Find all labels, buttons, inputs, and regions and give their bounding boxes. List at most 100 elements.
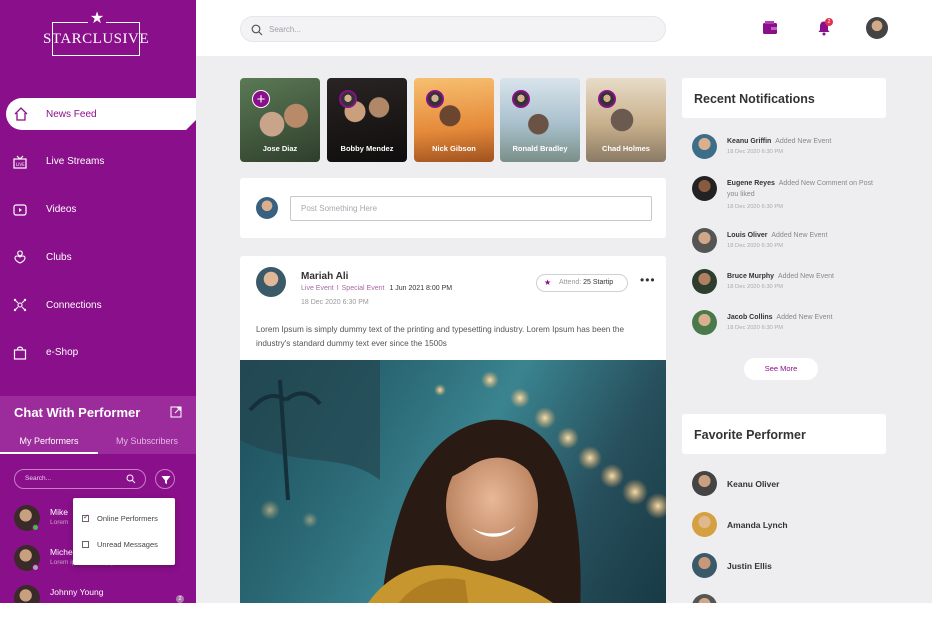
notifications-button[interactable]: 2	[816, 18, 833, 41]
open-external-icon[interactable]	[170, 406, 182, 418]
event-tag[interactable]: Special Event	[342, 285, 385, 292]
favorite-item[interactable]: Keanu Oliver	[692, 471, 892, 497]
notification-time: 18 Dec 2020 6:30 PM	[727, 243, 784, 249]
checkbox[interactable]	[82, 513, 89, 522]
avatar	[692, 269, 717, 294]
avatar[interactable]	[256, 267, 286, 297]
chat-filter-button[interactable]	[155, 469, 175, 489]
star-icon: ★	[88, 10, 106, 28]
post-image[interactable]	[240, 360, 666, 603]
connections-icon	[13, 298, 27, 312]
post-body: Lorem Ipsum is simply dummy text of the …	[256, 325, 625, 348]
story-card[interactable]: Nick Gibson	[414, 78, 494, 162]
notification-item[interactable]: Eugene Reyes Added New Comment on Post y…	[692, 176, 892, 214]
sidebar-item-label: Videos	[46, 204, 77, 216]
filter-option-unread[interactable]: Unread Messages	[82, 540, 158, 549]
attend-label: Attend:	[559, 279, 582, 286]
story-card[interactable]: Ronald Bradley	[500, 78, 580, 162]
app-logo[interactable]: STARCLUSIVE ★	[43, 10, 149, 56]
sidebar-item-label: Connections	[46, 299, 102, 311]
sidebar-item-live-streams[interactable]: LIVE Live Streams	[0, 146, 196, 178]
event-tag[interactable]: Live Event	[301, 285, 334, 292]
chat-title: Chat With Performer	[14, 405, 141, 420]
avatar	[692, 310, 717, 335]
notification-time: 18 Dec 2020 6:30 PM	[727, 284, 784, 290]
chat-contact-name: Miche	[50, 547, 73, 557]
favorite-item[interactable]: Justin Ellis	[692, 553, 892, 579]
story-card[interactable]: Bobby Mendez	[327, 78, 407, 162]
avatar	[339, 90, 357, 108]
sidebar-item-label: Clubs	[46, 251, 72, 263]
notification-item[interactable]: Jacob Collins Added New Event 18 Dec 202…	[692, 310, 892, 338]
chat-contact-name: Mike	[50, 507, 68, 517]
favorite-item[interactable]	[692, 594, 892, 603]
tab-my-subscribers[interactable]: My Subscribers	[98, 430, 196, 454]
post-author[interactable]: Mariah Ali	[301, 271, 348, 282]
avatar	[598, 90, 616, 108]
shopping-bag-icon	[13, 346, 27, 360]
filter-option-label: Unread Messages	[97, 540, 158, 549]
notification-action: Added New Event	[777, 273, 834, 280]
post-input[interactable]: Post Something Here	[290, 196, 652, 221]
filter-option-online[interactable]: Online Performers	[82, 513, 158, 523]
notification-item[interactable]: Keanu Griffin Added New Event 18 Dec 202…	[692, 134, 892, 162]
search-icon	[126, 474, 136, 484]
notification-action: Added New Event	[771, 232, 828, 239]
notification-action: Added New Event	[775, 138, 832, 145]
post-composer: Post Something Here	[240, 178, 666, 238]
avatar	[256, 197, 278, 219]
sidebar-item-label: Live Streams	[46, 156, 105, 168]
story-card[interactable]: + Jose Diaz	[240, 78, 320, 162]
notification-time: 18 Dec 2020 6:30 PM	[727, 149, 784, 155]
sidebar-item-news-feed[interactable]: News Feed	[6, 98, 196, 130]
avatar	[512, 90, 530, 108]
search-input[interactable]: Search...	[240, 16, 666, 42]
tab-my-performers[interactable]: My Performers	[0, 430, 98, 454]
notification-item[interactable]: Bruce Murphy Added New Event 18 Dec 2020…	[692, 269, 892, 297]
avatar	[692, 176, 717, 201]
notification-time: 18 Dec 2020 6:30 PM	[727, 325, 784, 331]
chat-search-placeholder: Search...	[25, 475, 52, 482]
favorites-panel: Favorite Performer	[682, 414, 886, 454]
attend-button[interactable]: ★ Attend: 25 Startip	[536, 274, 628, 292]
sidebar-item-clubs[interactable]: Clubs	[0, 241, 196, 273]
filter-option-label: Online Performers	[97, 514, 158, 523]
favorite-name: Justin Ellis	[727, 561, 772, 571]
add-story-icon[interactable]: +	[252, 90, 270, 108]
post-card: Mariah Ali Live Event I Special Event 1 Jun…	[240, 256, 666, 603]
attend-count: 25 Startip	[583, 279, 614, 286]
notification-item[interactable]: Louis Oliver Added New Event 18 Dec 2020…	[692, 228, 892, 256]
event-date: 1 Jun 2021 8:00 PM	[389, 285, 453, 292]
notification-action: Added New Event	[776, 314, 833, 321]
notification-text: Bruce Murphy Added New Event	[727, 271, 877, 282]
logo-text: STARCLUSIVE	[43, 30, 149, 47]
main-content: + Jose Diaz Bobby Mendez Nick Gibson Ron…	[196, 56, 932, 603]
chat-search-input[interactable]: Search...	[14, 469, 146, 489]
post-photo-art	[240, 360, 666, 603]
wallet-button[interactable]	[762, 20, 778, 41]
filter-icon	[161, 476, 171, 484]
online-status-dot	[32, 524, 39, 531]
chat-list-item[interactable]: Johnny Young 2	[14, 585, 194, 603]
checkbox[interactable]	[82, 541, 89, 548]
wallet-icon	[763, 21, 777, 34]
post-meta: Live Event I Special Event 1 Jun 2021 8:00 …	[301, 285, 452, 292]
sidebar-item-videos[interactable]: Videos	[0, 194, 196, 226]
notification-user: Jacob Collins	[727, 314, 773, 321]
more-options-icon[interactable]: •••	[640, 273, 656, 287]
avatar	[692, 471, 717, 496]
notifications-title: Recent Notifications	[694, 92, 815, 106]
sidebar-item-e-shop[interactable]: e-Shop	[0, 337, 196, 369]
sidebar-item-connections[interactable]: Connections	[0, 289, 196, 321]
user-avatar[interactable]	[866, 17, 888, 39]
favorite-item[interactable]: Amanda Lynch	[692, 512, 892, 538]
notification-user: Keanu Griffin	[727, 138, 772, 145]
story-card[interactable]: Chad Holmes	[586, 78, 666, 162]
see-more-button[interactable]: See More	[744, 358, 818, 380]
star-icon: ★	[544, 278, 552, 287]
avatar	[692, 594, 717, 603]
favorite-name: Amanda Lynch	[727, 520, 788, 530]
story-name: Ronald Bradley	[512, 144, 568, 153]
notification-count-badge: 2	[825, 18, 833, 26]
notification-user: Louis Oliver	[727, 232, 768, 239]
